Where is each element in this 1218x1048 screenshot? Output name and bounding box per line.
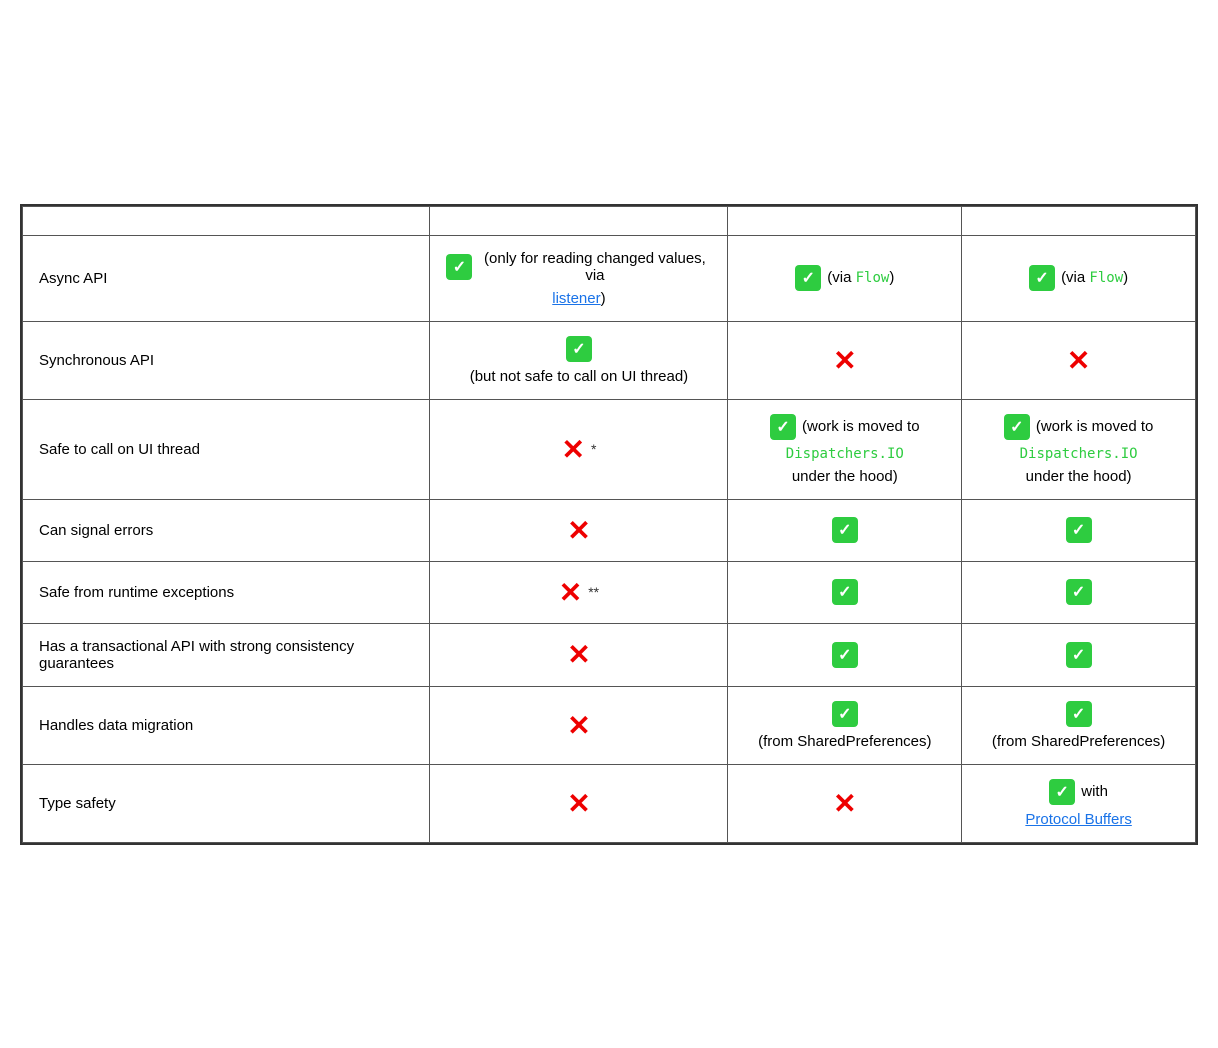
cell-note: ** (588, 584, 599, 600)
check-icon: ✓ (832, 517, 858, 543)
check-icon: ✓ (832, 701, 858, 727)
table-cell: ✕ (728, 321, 962, 399)
check-icon: ✓ (770, 414, 796, 440)
cell-text: (only for reading changed values, via (478, 250, 711, 284)
table-cell: ✕ (430, 499, 728, 561)
table-cell: ✓ (from SharedPreferences) (962, 686, 1196, 764)
feature-cell: Safe to call on UI thread (23, 399, 430, 499)
check-icon: ✓ (446, 254, 472, 280)
check-icon: ✓ (795, 265, 821, 291)
check-icon: ✓ (1066, 701, 1092, 727)
comparison-table-wrapper: Async API✓(only for reading changed valu… (20, 204, 1198, 845)
cross-icon: ✕ (567, 709, 590, 742)
table-cell: ✓ (via Flow) (728, 235, 962, 321)
table-row: Handles data migration ✕ ✓ (from SharedPref… (23, 686, 1196, 764)
cell-note: * (591, 441, 596, 457)
feature-cell: Can signal errors (23, 499, 430, 561)
feature-cell: Async API (23, 235, 430, 321)
feature-cell: Type safety (23, 764, 430, 842)
table-row: Synchronous API ✓ (but not safe to call on… (23, 321, 1196, 399)
code-text: Flow (1089, 270, 1123, 286)
table-cell: ✓ (728, 499, 962, 561)
code-text: Flow (856, 270, 890, 286)
table-cell: ✕ (728, 764, 962, 842)
feature-cell: Synchronous API (23, 321, 430, 399)
table-cell: ✓ (from SharedPreferences) (728, 686, 962, 764)
table-cell: ✓ (728, 561, 962, 623)
table-cell: ✓ (962, 499, 1196, 561)
check-icon: ✓ (1066, 579, 1092, 605)
feature-cell: Has a transactional API with strong cons… (23, 623, 430, 686)
header-feature (23, 206, 430, 235)
table-cell: ✓ (962, 623, 1196, 686)
code-text: Dispatchers.IO (786, 446, 904, 462)
table-cell: ✓ (728, 623, 962, 686)
code-text: Dispatchers.IO (1020, 446, 1138, 462)
cell-text: (via Flow) (827, 267, 894, 289)
cross-icon: ✕ (567, 638, 590, 671)
cross-icon: ✕ (567, 787, 590, 820)
feature-cell: Handles data migration (23, 686, 430, 764)
header-proto-datastore (962, 206, 1196, 235)
cell-text: (via Flow) (1061, 267, 1128, 289)
check-icon: ✓ (832, 579, 858, 605)
table-cell: ✓withProtocol Buffers (962, 764, 1196, 842)
table-cell: ✓(work is moved toDispatchers.IOunder th… (962, 399, 1196, 499)
cross-icon: ✕ (833, 787, 856, 820)
table-row: Has a transactional API with strong cons… (23, 623, 1196, 686)
cell-text: (from SharedPreferences) (758, 733, 931, 750)
cross-icon: ✕ (833, 344, 856, 377)
cross-icon: ✕ (559, 576, 582, 609)
table-cell: ✕ (430, 764, 728, 842)
table-cell: ✓ (962, 561, 1196, 623)
header-shared-prefs (430, 206, 728, 235)
feature-cell: Safe from runtime exceptions (23, 561, 430, 623)
table-cell: ✓ (via Flow) (962, 235, 1196, 321)
check-icon: ✓ (832, 642, 858, 668)
table-cell: ✕ (962, 321, 1196, 399)
table-cell: ✓(only for reading changed values, via li… (430, 235, 728, 321)
table-row: Async API✓(only for reading changed valu… (23, 235, 1196, 321)
check-icon: ✓ (566, 336, 592, 362)
table-row: Safe from runtime exceptions ✕ ** ✓ ✓ (23, 561, 1196, 623)
cross-icon: ✕ (1067, 344, 1090, 377)
cell-text: (but not safe to call on UI thread) (470, 368, 688, 385)
cross-icon: ✕ (567, 514, 590, 547)
check-icon: ✓ (1066, 642, 1092, 668)
cell-text: (from SharedPreferences) (992, 733, 1165, 750)
link[interactable]: listener (552, 290, 600, 307)
table-row: Type safety ✕ ✕ ✓withProtocol Buffers (23, 764, 1196, 842)
table-cell: ✕ (430, 623, 728, 686)
check-icon: ✓ (1049, 779, 1075, 805)
comparison-table: Async API✓(only for reading changed valu… (22, 206, 1196, 843)
table-row: Safe to call on UI thread✕*✓(work is mov… (23, 399, 1196, 499)
table-cell: ✓(work is moved toDispatchers.IOunder th… (728, 399, 962, 499)
table-cell: ✕* (430, 399, 728, 499)
header-preferences-datastore (728, 206, 962, 235)
check-icon: ✓ (1066, 517, 1092, 543)
table-cell: ✓ (but not safe to call on UI thread) (430, 321, 728, 399)
table-row: Can signal errors ✕ ✓ ✓ (23, 499, 1196, 561)
table-cell: ✕ (430, 686, 728, 764)
table-cell: ✕ ** (430, 561, 728, 623)
check-icon: ✓ (1029, 265, 1055, 291)
check-icon: ✓ (1004, 414, 1030, 440)
cross-icon: ✕ (561, 433, 584, 466)
link[interactable]: Protocol Buffers (1025, 811, 1131, 828)
